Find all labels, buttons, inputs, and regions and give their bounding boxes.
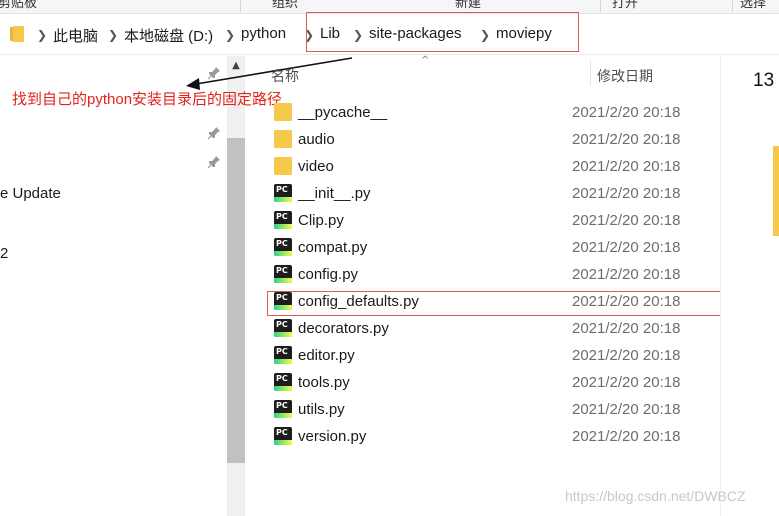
- ribbon-select-label[interactable]: 选择: [740, 0, 766, 11]
- file-date: 2021/2/20 20:18: [572, 428, 681, 445]
- list-item[interactable]: __pycache__ 2021/2/20 20:18: [270, 99, 720, 126]
- file-highlight-box: [267, 291, 743, 316]
- folder-icon: [274, 130, 292, 148]
- pin-icon[interactable]: [207, 66, 221, 80]
- details-pane: 13: [720, 56, 779, 516]
- column-header-date[interactable]: 修改日期: [597, 66, 653, 98]
- list-item[interactable]: PC tools.py 2021/2/20 20:18: [270, 369, 720, 396]
- file-name: utils.py: [298, 401, 345, 418]
- pin-icon[interactable]: [207, 155, 221, 169]
- chevron-right-icon[interactable]: ❯: [37, 28, 47, 42]
- file-name: version.py: [298, 428, 367, 445]
- ribbon-new-label[interactable]: 新建: [455, 0, 481, 11]
- ribbon-organize-label[interactable]: 组织: [272, 0, 298, 11]
- nav-item-2[interactable]: 2: [0, 245, 8, 262]
- file-name: editor.py: [298, 347, 355, 364]
- ribbon-divider: [600, 0, 601, 12]
- file-name: video: [298, 158, 334, 175]
- breadcrumb-this-pc[interactable]: 此电脑: [53, 25, 98, 46]
- ribbon-divider: [732, 0, 733, 12]
- file-date: 2021/2/20 20:18: [572, 212, 681, 229]
- ribbon-open-label[interactable]: 打开: [612, 0, 638, 11]
- file-date: 2021/2/20 20:18: [572, 266, 681, 283]
- file-name: audio: [298, 131, 335, 148]
- file-date: 2021/2/20 20:18: [572, 185, 681, 202]
- path-highlight-box: [306, 12, 579, 52]
- list-item[interactable]: PC editor.py 2021/2/20 20:18: [270, 342, 720, 369]
- nav-scrollbar[interactable]: ▲: [227, 56, 245, 516]
- ribbon-clipboard-label[interactable]: 剪贴板: [0, 0, 37, 11]
- python-file-icon: PC: [274, 211, 292, 229]
- folder-icon: [274, 103, 292, 121]
- list-item[interactable]: PC compat.py 2021/2/20 20:18: [270, 234, 720, 261]
- sort-ascending-icon[interactable]: ^: [421, 55, 429, 66]
- file-name: Clip.py: [298, 212, 344, 229]
- breadcrumb-local-disk[interactable]: 本地磁盘 (D:): [124, 25, 213, 46]
- file-name: compat.py: [298, 239, 368, 256]
- file-date: 2021/2/20 20:18: [572, 239, 681, 256]
- python-file-icon: PC: [274, 319, 292, 337]
- python-file-icon: PC: [274, 184, 292, 202]
- column-header-name[interactable]: 名称: [271, 66, 299, 98]
- scroll-up-arrow-icon[interactable]: ▲: [227, 60, 245, 74]
- folder-icon: [773, 146, 779, 236]
- file-list: ^ 名称 修改日期 __pycache__ 2021/2/20 20:18 au…: [245, 55, 743, 516]
- python-file-icon: PC: [274, 427, 292, 445]
- python-file-icon: PC: [274, 265, 292, 283]
- navigation-pane: e Update 2 ▲: [0, 56, 245, 516]
- list-item[interactable]: PC __init__.py 2021/2/20 20:18: [270, 180, 720, 207]
- file-name: config.py: [298, 266, 359, 283]
- breadcrumb-python[interactable]: python: [241, 25, 286, 42]
- file-date: 2021/2/20 20:18: [572, 104, 681, 121]
- file-date: 2021/2/20 20:18: [572, 131, 681, 148]
- chevron-right-icon[interactable]: ❯: [108, 28, 118, 42]
- python-file-icon: PC: [274, 373, 292, 391]
- folder-icon: [10, 26, 24, 42]
- python-file-icon: PC: [274, 238, 292, 256]
- file-name: __init__.py: [298, 185, 371, 202]
- file-name: decorators.py: [298, 320, 389, 337]
- file-date: 2021/2/20 20:18: [572, 347, 681, 364]
- file-date: 2021/2/20 20:18: [572, 158, 681, 175]
- folder-icon: [274, 157, 292, 175]
- column-divider[interactable]: [590, 60, 591, 86]
- file-name: tools.py: [298, 374, 350, 391]
- chevron-right-icon[interactable]: ❯: [225, 28, 235, 42]
- watermark: https://blog.csdn.net/DWBCZ: [565, 488, 746, 504]
- list-item[interactable]: audio 2021/2/20 20:18: [270, 126, 720, 153]
- list-item[interactable]: PC config.py 2021/2/20 20:18: [270, 261, 720, 288]
- python-file-icon: PC: [274, 346, 292, 364]
- file-date: 2021/2/20 20:18: [572, 374, 681, 391]
- file-date: 2021/2/20 20:18: [572, 320, 681, 337]
- pin-icon[interactable]: [207, 126, 221, 140]
- scrollbar-thumb[interactable]: [227, 138, 245, 463]
- annotation-text: 找到自己的python安装目录后的固定路径: [12, 91, 283, 108]
- ribbon-divider: [240, 0, 241, 12]
- list-item[interactable]: PC Clip.py 2021/2/20 20:18: [270, 207, 720, 234]
- file-date: 2021/2/20 20:18: [572, 401, 681, 418]
- nav-item-update[interactable]: e Update: [0, 185, 61, 202]
- file-name: __pycache__: [298, 104, 388, 121]
- list-item[interactable]: PC version.py 2021/2/20 20:18: [270, 423, 720, 450]
- list-item[interactable]: PC decorators.py 2021/2/20 20:18: [270, 315, 720, 342]
- list-item[interactable]: video 2021/2/20 20:18: [270, 153, 720, 180]
- list-item[interactable]: PC utils.py 2021/2/20 20:18: [270, 396, 720, 423]
- details-value: 13: [753, 70, 775, 91]
- python-file-icon: PC: [274, 400, 292, 418]
- address-bar[interactable]: ❯ 此电脑 ❯ 本地磁盘 (D:) ❯ python ❯ Lib ❯ site-…: [0, 12, 779, 55]
